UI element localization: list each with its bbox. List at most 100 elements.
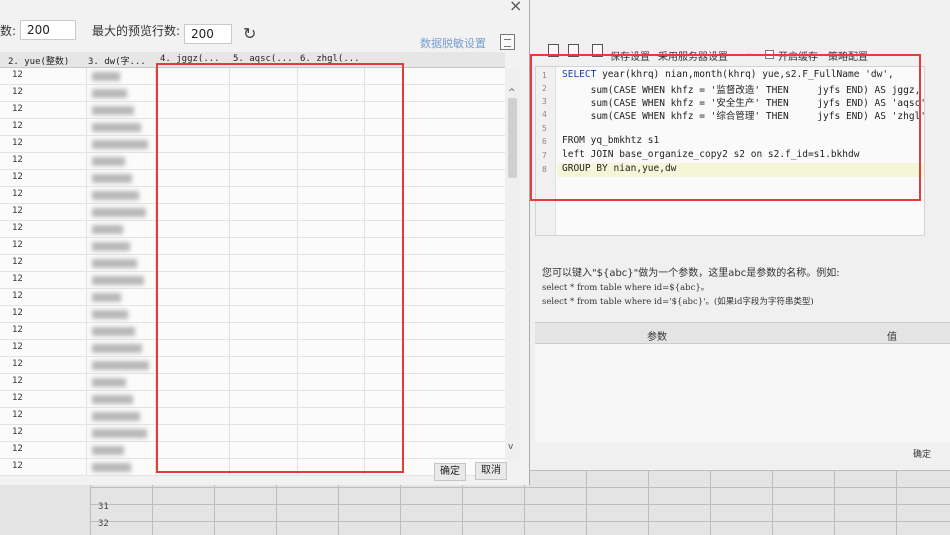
- server-settings-select[interactable]: 采用服务器设置: [658, 48, 728, 63]
- yue-cell: 12: [12, 121, 23, 131]
- column-header[interactable]: 3. dw(字...: [88, 54, 146, 67]
- line-number: 8: [542, 165, 547, 174]
- sql-editor[interactable]: 1 2 3 4 5 6 7 8 SELECT year(khrq) nian,m…: [535, 66, 925, 236]
- row-number: 32: [98, 519, 109, 529]
- rows-input[interactable]: 200: [20, 20, 76, 40]
- table-row[interactable]: 12: [0, 255, 505, 272]
- yue-cell: 12: [12, 104, 23, 114]
- line-number: 3: [542, 97, 547, 106]
- help-text: 您可以键入"${abc}"做为一个参数，这里abc是参数的名称。例如:: [542, 268, 840, 279]
- dw-cell-redacted: [92, 123, 141, 132]
- dw-cell-redacted: [92, 429, 147, 438]
- sql-line: SELECT year(khrq) nian,month(khrq) yue,s…: [562, 69, 894, 80]
- yue-cell: 12: [12, 206, 23, 216]
- table-row[interactable]: 12: [0, 204, 505, 221]
- table-row[interactable]: 12: [0, 221, 505, 238]
- export-icon[interactable]: [500, 34, 515, 50]
- parameter-table-header: 参数 值: [535, 322, 950, 344]
- dw-cell-redacted: [92, 293, 121, 302]
- yue-cell: 12: [12, 155, 23, 165]
- table-row[interactable]: 12: [0, 340, 505, 357]
- table-row[interactable]: 12: [0, 119, 505, 136]
- table-row[interactable]: 12: [0, 238, 505, 255]
- value-column-header: 值: [887, 332, 897, 343]
- sql-dataset-panel: 保存设置 采用服务器设置 ⌄ 开启缓存 策略配置 1 2 3 4 5 6 7 8…: [530, 0, 950, 470]
- parameter-help: 您可以键入"${abc}"做为一个参数，这里abc是参数的名称。例如: sele…: [542, 267, 840, 309]
- preview-grid-header: 2. yue(整数) 3. dw(字... 4. jggz(... 5. aqs…: [0, 52, 505, 68]
- table-row[interactable]: 12: [0, 68, 505, 85]
- dw-cell-redacted: [92, 259, 137, 268]
- chevron-down-icon[interactable]: ⌄: [745, 48, 753, 59]
- dw-cell-redacted: [92, 327, 135, 336]
- line-number: 1: [542, 71, 547, 80]
- column-header[interactable]: 6. zhgl(...: [300, 54, 360, 64]
- scroll-thumb[interactable]: [508, 98, 517, 178]
- sql-toolbar: 保存设置 采用服务器设置 ⌄ 开启缓存 策略配置: [530, 40, 950, 63]
- table-row[interactable]: 12: [0, 136, 505, 153]
- preview-grid-body[interactable]: 12 12 12 12 12 12 12 12 12 12 12 12 12 12 12 12 12 12 12 12…: [0, 68, 505, 476]
- scroll-up-arrow[interactable]: ^: [508, 88, 516, 98]
- dw-cell-redacted: [92, 310, 128, 319]
- table-row[interactable]: 12: [0, 459, 505, 476]
- dw-cell-redacted: [92, 412, 140, 421]
- table-row[interactable]: 12: [0, 272, 505, 289]
- open-file-icon[interactable]: [568, 44, 579, 57]
- column-header[interactable]: 2. yue(整数): [8, 54, 69, 67]
- preview-toolbar: 数: 200 最大的预览行数: 200 ↻ 数据脱敏设置: [0, 18, 530, 50]
- parameter-table-body[interactable]: [535, 344, 950, 442]
- dw-cell-redacted: [92, 446, 124, 455]
- dw-cell-redacted: [92, 276, 144, 285]
- table-row[interactable]: 12: [0, 442, 505, 459]
- yue-cell: 12: [12, 70, 23, 80]
- table-row[interactable]: 12: [0, 153, 505, 170]
- ok-button[interactable]: 确定: [434, 463, 466, 481]
- table-row[interactable]: 12: [0, 408, 505, 425]
- table-row[interactable]: 12: [0, 187, 505, 204]
- table-row[interactable]: 12: [0, 323, 505, 340]
- yue-cell: 12: [12, 223, 23, 233]
- table-row[interactable]: 12: [0, 391, 505, 408]
- save-settings-button[interactable]: 保存设置: [610, 48, 650, 63]
- save-icon[interactable]: [592, 44, 603, 57]
- table-row[interactable]: 12: [0, 425, 505, 442]
- table-row[interactable]: 12: [0, 374, 505, 391]
- max-preview-label: 最大的预览行数:: [92, 24, 181, 38]
- dw-cell-redacted: [92, 72, 120, 81]
- line-number: 2: [542, 84, 547, 93]
- data-masking-settings-link[interactable]: 数据脱敏设置: [420, 35, 486, 51]
- ok-button[interactable]: 确定: [913, 447, 931, 460]
- strategy-config-button[interactable]: 策略配置: [828, 48, 868, 63]
- new-file-icon[interactable]: [548, 44, 559, 57]
- sql-line: sum(CASE WHEN khfz = '综合管理' THEN jyfs EN…: [562, 111, 925, 122]
- column-header[interactable]: 5. aqsc(...: [233, 54, 293, 64]
- table-row[interactable]: 12: [0, 85, 505, 102]
- max-preview-input[interactable]: 200: [184, 24, 232, 44]
- yue-cell: 12: [12, 325, 23, 335]
- yue-cell: 12: [12, 342, 23, 352]
- yue-cell: 12: [12, 172, 23, 182]
- table-row[interactable]: 12: [0, 357, 505, 374]
- column-header[interactable]: 4. jggz(...: [160, 54, 220, 64]
- cancel-button[interactable]: 取消: [475, 462, 507, 480]
- table-row[interactable]: 12: [0, 289, 505, 306]
- dw-cell-redacted: [92, 191, 139, 200]
- data-preview-dialog: × 数: 200 最大的预览行数: 200 ↻ 数据脱敏设置 2. yue(整数…: [0, 0, 530, 485]
- table-row[interactable]: 12: [0, 102, 505, 119]
- close-icon[interactable]: ×: [509, 0, 522, 15]
- yue-cell: 12: [12, 444, 23, 454]
- yue-cell: 12: [12, 138, 23, 148]
- dw-cell-redacted: [92, 378, 126, 387]
- help-example: select * from table where id='${abc}'。(如…: [542, 297, 814, 307]
- line-number: 7: [542, 151, 547, 160]
- refresh-icon[interactable]: ↻: [243, 24, 256, 43]
- table-row[interactable]: 12: [0, 306, 505, 323]
- scroll-down-arrow[interactable]: v: [508, 442, 513, 452]
- sql-line: FROM yq_bmkhtz s1: [562, 135, 660, 146]
- dw-cell-redacted: [92, 89, 127, 98]
- enable-cache-checkbox[interactable]: [765, 50, 774, 59]
- dw-cell-redacted: [92, 106, 134, 115]
- table-row[interactable]: 12: [0, 170, 505, 187]
- vertical-scrollbar[interactable]: ^ v: [505, 68, 520, 460]
- yue-cell: 12: [12, 87, 23, 97]
- param-column-header: 参数: [647, 332, 667, 343]
